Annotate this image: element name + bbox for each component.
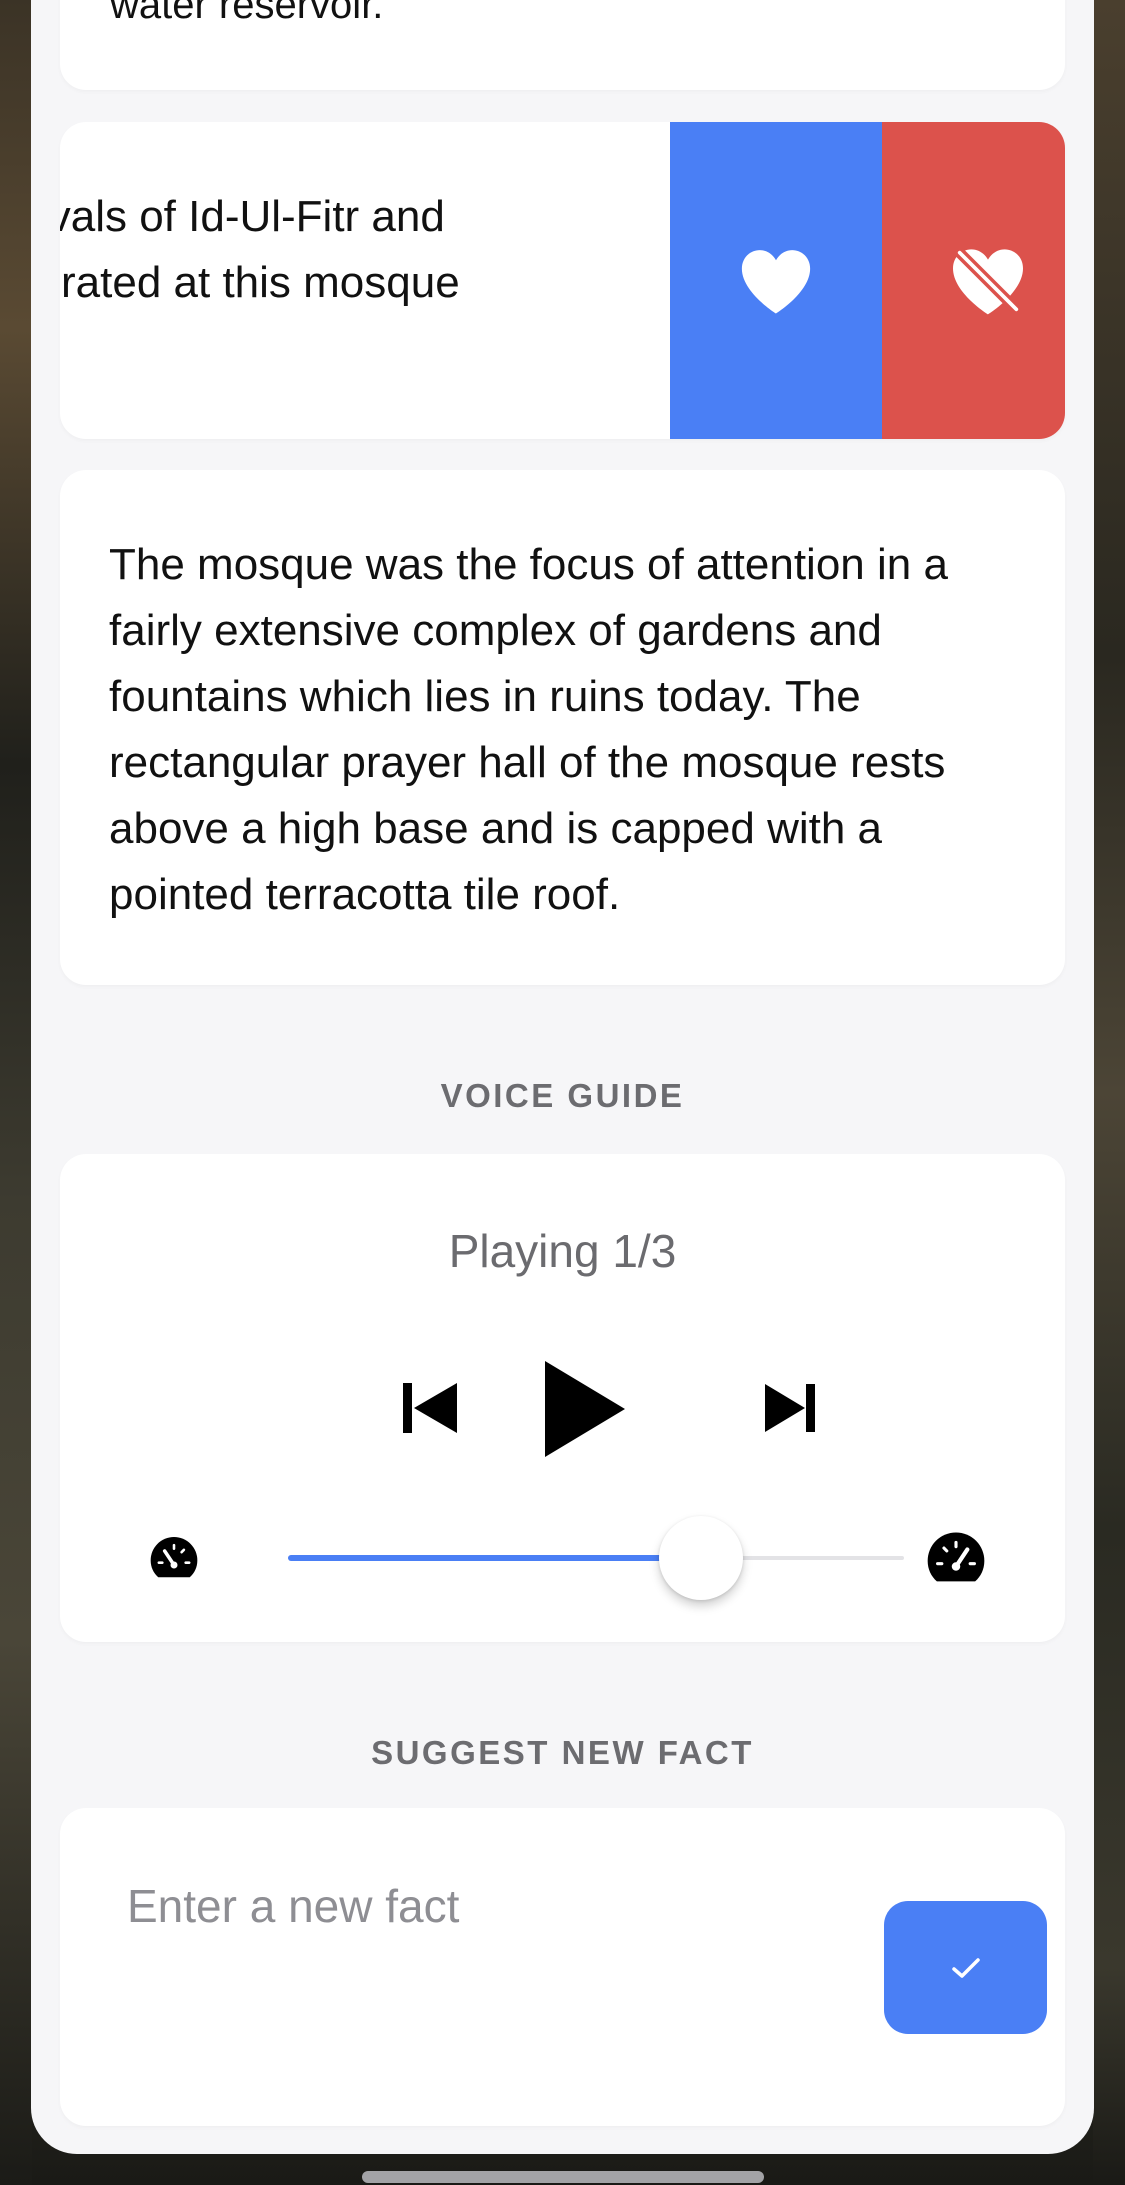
playback-status: Playing 1/3 — [448, 1225, 677, 1277]
speedometer-slow-icon — [150, 1537, 198, 1578]
suggest-fact-heading: SUGGEST NEW FACT — [371, 1734, 754, 1771]
skip-forward-icon — [765, 1384, 815, 1432]
fact-card-previous: water reservoir. — [60, 0, 1065, 90]
like-button[interactable] — [670, 122, 882, 439]
fact-text: water reservoir. — [110, 0, 384, 27]
previous-track-button[interactable] — [380, 1358, 480, 1458]
background-image-right — [1093, 0, 1125, 2185]
voice-guide-heading: VOICE GUIDE — [440, 1077, 685, 1114]
fact-text: The festivals of Id-Ul-Fitr and are cele… — [60, 184, 650, 316]
fact-card-description: The mosque was the focus of attention in… — [60, 470, 1065, 985]
description-text: The mosque was the focus of attention in… — [109, 540, 948, 919]
heart-icon — [741, 249, 811, 313]
unlike-button[interactable] — [882, 122, 1065, 439]
home-indicator[interactable] — [362, 2171, 764, 2183]
skip-back-icon — [403, 1383, 457, 1433]
heart-slash-icon — [953, 246, 1023, 315]
checkmark-icon — [951, 1957, 980, 1978]
playback-speed-slider[interactable] — [288, 1508, 904, 1608]
submit-fact-button[interactable] — [884, 1901, 1047, 2034]
slider-fill — [288, 1555, 701, 1561]
speedometer-fast-icon — [927, 1532, 985, 1582]
play-icon — [545, 1361, 625, 1457]
play-button[interactable] — [510, 1334, 660, 1484]
voice-guide-player: Playing 1/3 — [60, 1154, 1065, 1642]
fact-text-line-1: The festivals of Id-Ul-Fitr and — [60, 192, 445, 241]
background-image — [0, 0, 32, 2185]
slider-thumb[interactable] — [659, 1516, 743, 1600]
next-track-button[interactable] — [740, 1358, 840, 1458]
fact-text-line-2: are celebrated at this mosque — [60, 258, 460, 307]
fact-card-swiped[interactable]: The festivals of Id-Ul-Fitr and are cele… — [60, 122, 1065, 439]
suggest-fact-card — [60, 1808, 1065, 2126]
new-fact-input[interactable] — [109, 1866, 845, 1946]
detail-sheet: water reservoir. The festivals of Id-Ul-… — [31, 0, 1094, 2154]
